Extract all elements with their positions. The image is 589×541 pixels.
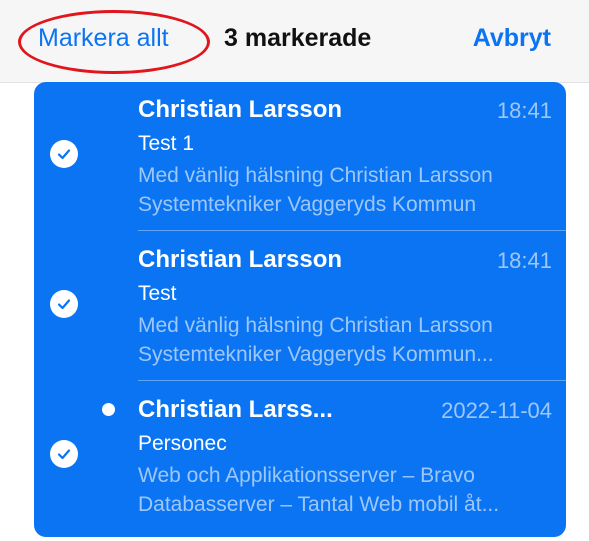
row-divider	[138, 380, 566, 381]
message-subject: Test	[138, 282, 177, 305]
message-sender: Christian Larss...	[138, 396, 333, 423]
row-divider	[138, 230, 566, 231]
select-all-button[interactable]: Markera allt	[38, 24, 169, 53]
message-subject: Personec	[138, 432, 227, 455]
unread-dot-icon	[102, 403, 115, 416]
checkmark-circle-icon[interactable]	[50, 140, 78, 168]
message-time: 18:41	[496, 98, 552, 123]
message-preview-line: Databasserver – Tantal Web mobil åt...	[138, 493, 500, 516]
checkmark-circle-icon[interactable]	[50, 440, 78, 468]
message-preview-line: Web och Applikationsserver – Bravo	[138, 464, 475, 487]
checkmark-circle-icon[interactable]	[50, 290, 78, 318]
selection-count-title: 3 markerade	[224, 24, 372, 52]
message-row[interactable]: Christian Larss... 2022-11-04 Personec W…	[34, 382, 566, 530]
message-row[interactable]: Christian Larsson 18:41 Test Med vänlig …	[34, 232, 566, 380]
message-subject: Test 1	[138, 132, 195, 155]
cancel-button[interactable]: Avbryt	[473, 24, 551, 53]
message-time: 2022-11-04	[441, 398, 552, 423]
message-time: 18:41	[496, 248, 552, 273]
message-preview-line: Med vänlig hälsning Christian Larsson	[138, 314, 493, 337]
message-list: Christian Larsson 18:41 Test 1 Med vänli…	[34, 82, 566, 537]
message-row[interactable]: Christian Larsson 18:41 Test 1 Med vänli…	[34, 82, 566, 230]
message-preview-line: Systemtekniker Vaggeryds Kommun...	[138, 343, 494, 366]
navigation-bar: Markera allt 3 markerade Avbryt	[0, 0, 589, 83]
message-preview-line: Med vänlig hälsning Christian Larsson	[138, 164, 493, 187]
message-sender: Christian Larsson	[138, 246, 343, 273]
message-sender: Christian Larsson	[138, 96, 343, 123]
message-preview-line: Systemtekniker Vaggeryds Kommun	[138, 193, 477, 216]
